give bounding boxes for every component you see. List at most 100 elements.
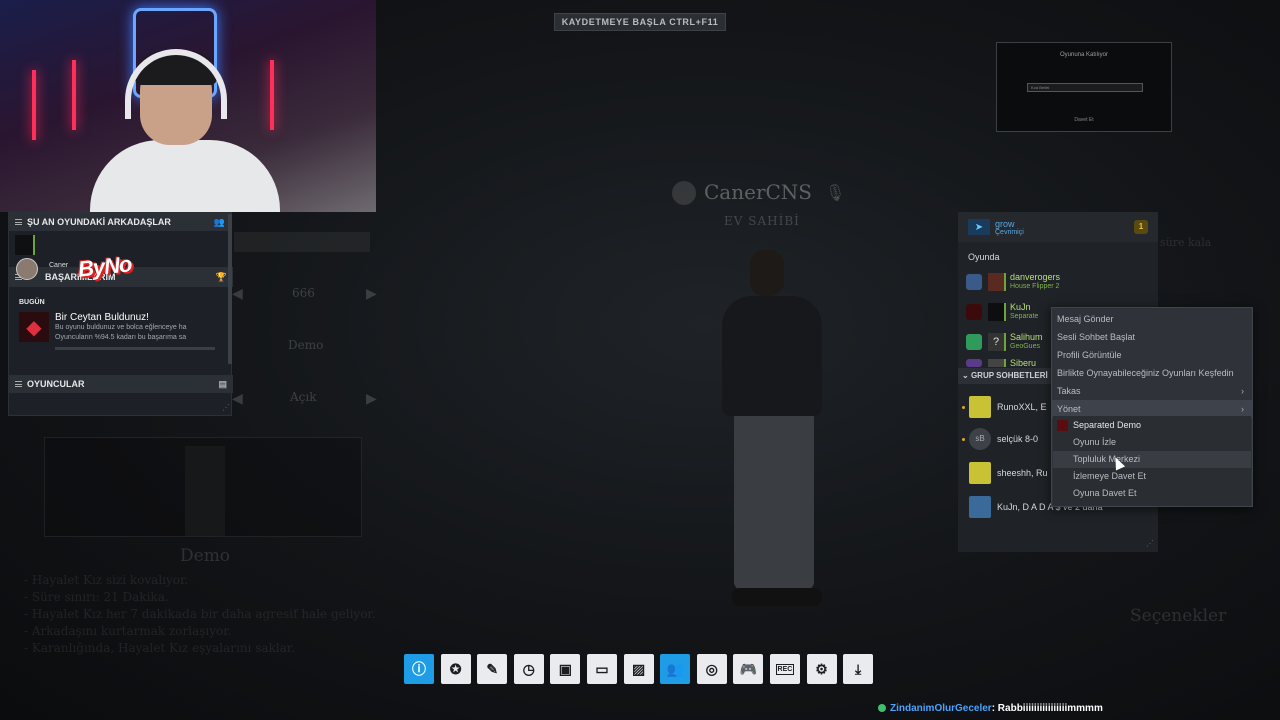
friend-row[interactable]: ? Salihum GeoGues [966, 332, 1043, 351]
achievement-desc: Bu oyunu buldunuz ve bolca eğlenceye ha [55, 324, 187, 331]
menu-item-send-message[interactable]: Mesaj Gönder [1052, 310, 1252, 328]
player-character [712, 250, 842, 620]
friend-row[interactable]: danverogers House Flipper 2 [966, 272, 1060, 291]
map-pin-icon [966, 333, 982, 350]
group-avatar [969, 496, 991, 518]
friend-name: Siberu [1010, 358, 1037, 368]
panel-scrollbar[interactable] [228, 214, 232, 364]
controller-icon[interactable]: 🎮 [733, 654, 764, 684]
menu-item-voice-chat[interactable]: Sesli Sohbet Başlat [1052, 328, 1252, 346]
mic-muted-icon: 🎙 [825, 185, 846, 202]
friend-game: Separate [1010, 313, 1039, 320]
in-game-section-label: Oyunda [968, 252, 1000, 262]
menu-item-invite-game[interactable]: Oyuna Davet Et [1053, 485, 1251, 502]
menu-item-discover-games[interactable]: Birlikte Oynayabileceğiniz Oyunları Keşf… [1052, 364, 1252, 382]
game-submenu: Separated Demo Oyunu İzle Topluluk Merke… [1053, 416, 1251, 506]
gem-icon: ◆ [19, 312, 49, 342]
screenshot-icon[interactable]: ▨ [623, 654, 654, 684]
group-row[interactable]: RunoXXL, E [962, 396, 1047, 418]
player-list-icon: ▤ [218, 378, 227, 389]
overlay-toolbar: ⓘ ✪ ✎ ◷ ▣ ▭ ▨ 👥 ◎ 🎮 REC ⚙ ⤓ [404, 654, 880, 686]
menu-item-label: Sesli Sohbet Başlat [1057, 332, 1136, 342]
resize-grip-icon[interactable]: ⋰ [1146, 539, 1154, 548]
friend-name: Salihum [1010, 332, 1043, 342]
friend-avatar[interactable] [15, 235, 35, 255]
friend-row[interactable]: Siberu [966, 358, 1036, 368]
menu-item-trade[interactable]: Takas › [1052, 382, 1252, 400]
notification-badge[interactable]: 1 [1134, 220, 1148, 234]
today-label: BUGÜN [19, 299, 45, 306]
map-preview-card [44, 437, 362, 537]
achievements-icon[interactable]: ✪ [440, 654, 471, 684]
streamer [90, 49, 295, 212]
info-icon[interactable]: ⓘ [404, 654, 434, 684]
neon-lamp [72, 60, 76, 130]
friends-icon[interactable]: 👥 [660, 654, 691, 684]
streamer-name: Caner [49, 262, 69, 269]
download-icon[interactable]: ⤓ [843, 654, 874, 684]
menu-item-label: Takas [1057, 386, 1081, 396]
menu-item-watch-game[interactable]: Oyunu İzle [1053, 434, 1251, 451]
clock-icon[interactable]: ◷ [513, 654, 544, 684]
avatar [988, 272, 1006, 291]
avatar: ➤ [968, 219, 990, 235]
achievement-percent: Oyuncuların %94.5 kadarı bu başarıma sa [55, 334, 187, 341]
neon-lamp [32, 70, 36, 140]
chat-icon[interactable]: ▭ [586, 654, 617, 684]
game-icon [966, 273, 982, 290]
chat-badge-icon [878, 704, 886, 712]
players-header[interactable]: OYUNCULAR ▤ [9, 375, 233, 393]
group-name: selçük 8-0 [997, 434, 1039, 444]
group-row[interactable]: sB selçük 8-0 [962, 428, 1038, 450]
submenu-game-title: Separated Demo [1053, 416, 1251, 434]
recording-icon[interactable]: REC [769, 654, 800, 684]
menu-item-label: Mesaj Gönder [1057, 314, 1114, 324]
friends-in-game-label: ŞU AN OYUNDAKİ ARKADAŞLAR [27, 217, 171, 227]
chevron-right-icon: ▶ [366, 285, 377, 301]
record-banner[interactable]: KAYDETMEYE BAŞLA CTRL+F11 [554, 13, 726, 31]
invite-title: Oyununa Katılıyor [1059, 52, 1109, 58]
menu-item-community-hub[interactable]: Topluluk Merkezi [1053, 451, 1251, 468]
menu-item-label: Profili Görüntüle [1057, 350, 1122, 360]
invite-input: Kod Belirti [1027, 83, 1143, 92]
group-avatar: sB [969, 428, 991, 450]
streamer-tag: Caner [16, 258, 68, 282]
menu-item-label: Birlikte Oynayabileceğiniz Oyunları Keşf… [1057, 368, 1234, 378]
avatar [16, 258, 38, 280]
settings-icon[interactable]: ⚙ [806, 654, 837, 684]
avatar [988, 359, 1006, 367]
lobby-code: 666 [292, 286, 315, 300]
invite-button: Davet Et [1074, 117, 1094, 123]
resize-grip-icon[interactable]: ⋰ [222, 403, 230, 412]
friend-game: GeoGues [1010, 343, 1040, 350]
friend-row[interactable]: KuJn Separate [966, 302, 1038, 321]
notes-icon[interactable]: ✎ [477, 654, 508, 684]
chevron-right-icon: ▶ [366, 390, 377, 406]
achievement-progress-bar [55, 347, 215, 350]
group-chats-label: GRUP SOHBETLERİ [970, 371, 1048, 380]
lobby-privacy: Açık [290, 390, 317, 404]
menu-item-invite-watch[interactable]: İzlemeye Davet Et [1053, 468, 1251, 485]
group-row[interactable]: sheeshh, Ru [962, 462, 1048, 484]
browser-icon[interactable]: ◎ [696, 654, 727, 684]
friends-in-game-header[interactable]: ŞU AN OYUNDAKİ ARKADAŞLAR 👥 [9, 213, 231, 231]
unread-dot [962, 437, 965, 441]
players-label: OYUNCULAR [27, 379, 85, 389]
screen: KAYDETMEYE BAŞLA CTRL+F11 Oyununa Katılı… [0, 0, 1280, 720]
menu-item-view-profile[interactable]: Profili Görüntüle [1052, 346, 1252, 364]
submenu-title-label: Separated Demo [1073, 420, 1142, 430]
menu-icon [15, 219, 22, 225]
lobby-mode: Demo [288, 338, 324, 352]
guide-icon[interactable]: ▣ [550, 654, 581, 684]
friend-game: House Flipper 2 [1010, 283, 1060, 290]
group-avatar [969, 396, 991, 418]
chevron-left-icon: ◀ [232, 285, 243, 301]
chat-username: ZindanimOlurGeceler [890, 703, 992, 714]
friend-name: danverogers [1010, 272, 1061, 282]
group-name: sheeshh, Ru [997, 468, 1048, 478]
invite-preview-window: Oyununa Katılıyor Kod Belirti Davet Et [996, 42, 1172, 132]
group-name: RunoXXL, E [997, 402, 1047, 412]
self-status-row[interactable]: ➤ grow Çevrimiçi 1 [958, 212, 1158, 242]
chevron-left-icon: ◀ [232, 390, 243, 406]
avatar: ? [988, 332, 1006, 351]
